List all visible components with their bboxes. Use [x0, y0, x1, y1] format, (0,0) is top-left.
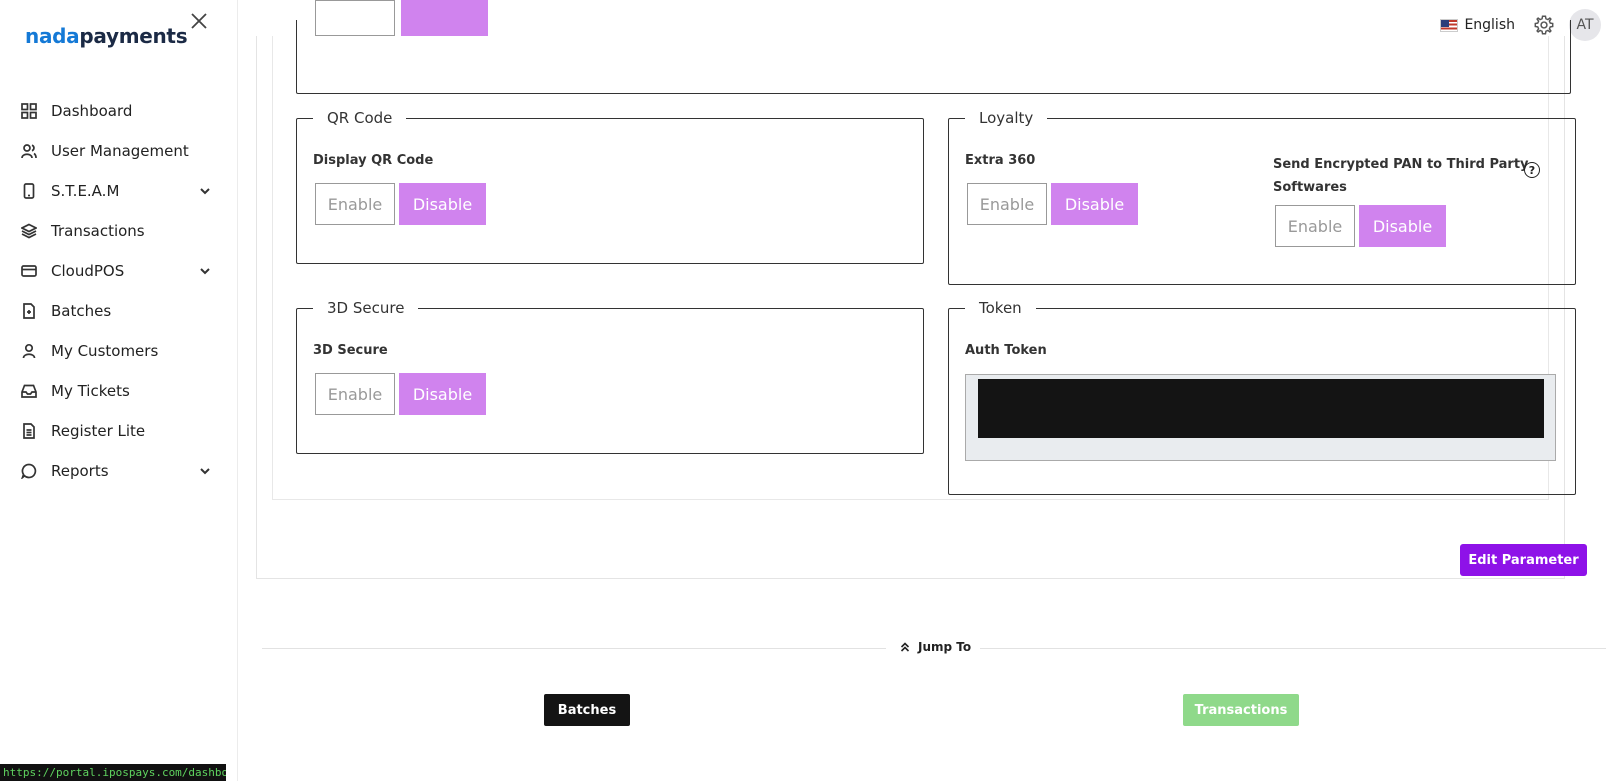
- display-qr-code-label: Display QR Code: [313, 153, 434, 168]
- sidebar-item-dashboard[interactable]: Dashboard: [0, 91, 238, 131]
- sidebar-item-reports[interactable]: Reports: [0, 451, 238, 491]
- sidebar-item-label: Transactions: [51, 222, 145, 240]
- brand-logo-part2: payments: [79, 24, 188, 48]
- jump-transactions-button[interactable]: Transactions: [1183, 694, 1299, 726]
- brand-logo[interactable]: nadapayments: [25, 24, 188, 48]
- 3d-secure-legend: 3D Secure: [327, 299, 405, 317]
- sidebar-item-label: My Customers: [51, 342, 159, 360]
- layers-icon: [20, 222, 38, 240]
- sidebar-item-label: CloudPOS: [51, 262, 125, 280]
- sidebar-item-my-tickets[interactable]: My Tickets: [0, 371, 238, 411]
- sidebar-item-label: User Management: [51, 142, 189, 160]
- send-encrypted-pan-label-line1: Send Encrypted PAN to Third Party: [1273, 157, 1529, 172]
- 3d-secure-disable-button[interactable]: Disable: [399, 373, 486, 415]
- sidebar-item-user-management[interactable]: User Management: [0, 131, 238, 171]
- sidebar-item-label: Register Lite: [51, 422, 146, 440]
- document-icon: [20, 422, 38, 440]
- users-icon: [20, 142, 38, 160]
- help-icon[interactable]: ?: [1524, 162, 1540, 178]
- grid-icon: [20, 102, 38, 120]
- send-encrypted-pan-label-line2: Softwares: [1273, 180, 1347, 195]
- double-chevron-up-icon: [900, 642, 910, 652]
- jump-to-heading: Jump To: [900, 640, 971, 654]
- jump-to-label: Jump To: [918, 640, 972, 654]
- sidebar-item-transactions[interactable]: Transactions: [0, 211, 238, 251]
- send-encrypted-pan-label: Send Encrypted PAN to Third Party Softwa…: [1273, 153, 1529, 199]
- 3d-secure-label: 3D Secure: [313, 343, 388, 358]
- sidebar-item-label: Reports: [51, 462, 109, 480]
- prev-enable-button[interactable]: [315, 0, 395, 36]
- pan-enable-button[interactable]: Enable: [1275, 205, 1355, 247]
- sidebar-item-batches[interactable]: Batches: [0, 291, 238, 331]
- inbox-icon: [20, 382, 38, 400]
- qr-code-legend: QR Code: [327, 109, 393, 127]
- auth-token-redacted-value: [978, 379, 1544, 438]
- sidebar-item-register-lite[interactable]: Register Lite: [0, 411, 238, 451]
- 3d-secure-enable-button[interactable]: Enable: [315, 373, 395, 415]
- edit-parameter-button[interactable]: Edit Parameter: [1460, 544, 1587, 576]
- auth-token-label: Auth Token: [965, 343, 1047, 358]
- sidebar-item-label: Batches: [51, 302, 112, 320]
- card-icon: [20, 262, 38, 280]
- sidebar-item-steam[interactable]: S.T.E.A.M: [0, 171, 238, 211]
- avatar[interactable]: AT: [1569, 9, 1601, 41]
- qr-code-disable-button[interactable]: Disable: [399, 183, 486, 225]
- user-icon: [20, 342, 38, 360]
- chevron-down-icon[interactable]: [198, 183, 212, 202]
- sidebar: nadapayments Dashboard User Management S…: [0, 0, 238, 781]
- jump-divider-right: [980, 648, 1606, 649]
- jump-divider-left: [262, 648, 886, 649]
- previous-section-box: [296, 0, 1571, 94]
- jump-batches-button[interactable]: Batches: [544, 694, 630, 726]
- prev-disable-button[interactable]: [401, 0, 488, 36]
- sidebar-item-label: Dashboard: [51, 102, 133, 120]
- loyalty-legend: Loyalty: [979, 109, 1034, 127]
- close-icon[interactable]: [190, 12, 208, 32]
- sidebar-item-cloudpos[interactable]: CloudPOS: [0, 251, 238, 291]
- chat-icon: [20, 462, 38, 480]
- file-icon: [20, 302, 38, 320]
- token-section: Token: [948, 300, 1576, 495]
- tablet-icon: [20, 182, 38, 200]
- pan-disable-button[interactable]: Disable: [1359, 205, 1446, 247]
- extra-360-disable-button[interactable]: Disable: [1051, 183, 1138, 225]
- qr-code-enable-button[interactable]: Enable: [315, 183, 395, 225]
- sidebar-item-label: My Tickets: [51, 382, 130, 400]
- extra-360-label: Extra 360: [965, 153, 1036, 168]
- auth-token-field[interactable]: [965, 374, 1556, 461]
- token-legend: Token: [979, 299, 1022, 317]
- chevron-down-icon[interactable]: [198, 263, 212, 282]
- sidebar-nav: Dashboard User Management S.T.E.A.M Tran…: [0, 91, 238, 491]
- extra-360-enable-button[interactable]: Enable: [967, 183, 1047, 225]
- sidebar-item-label: S.T.E.A.M: [51, 182, 120, 200]
- brand-logo-part1: nada: [25, 24, 80, 48]
- chevron-down-icon[interactable]: [198, 463, 212, 482]
- status-bar-url: https://portal.ipospays.com/dashboardv2: [0, 764, 226, 781]
- sidebar-item-my-customers[interactable]: My Customers: [0, 331, 238, 371]
